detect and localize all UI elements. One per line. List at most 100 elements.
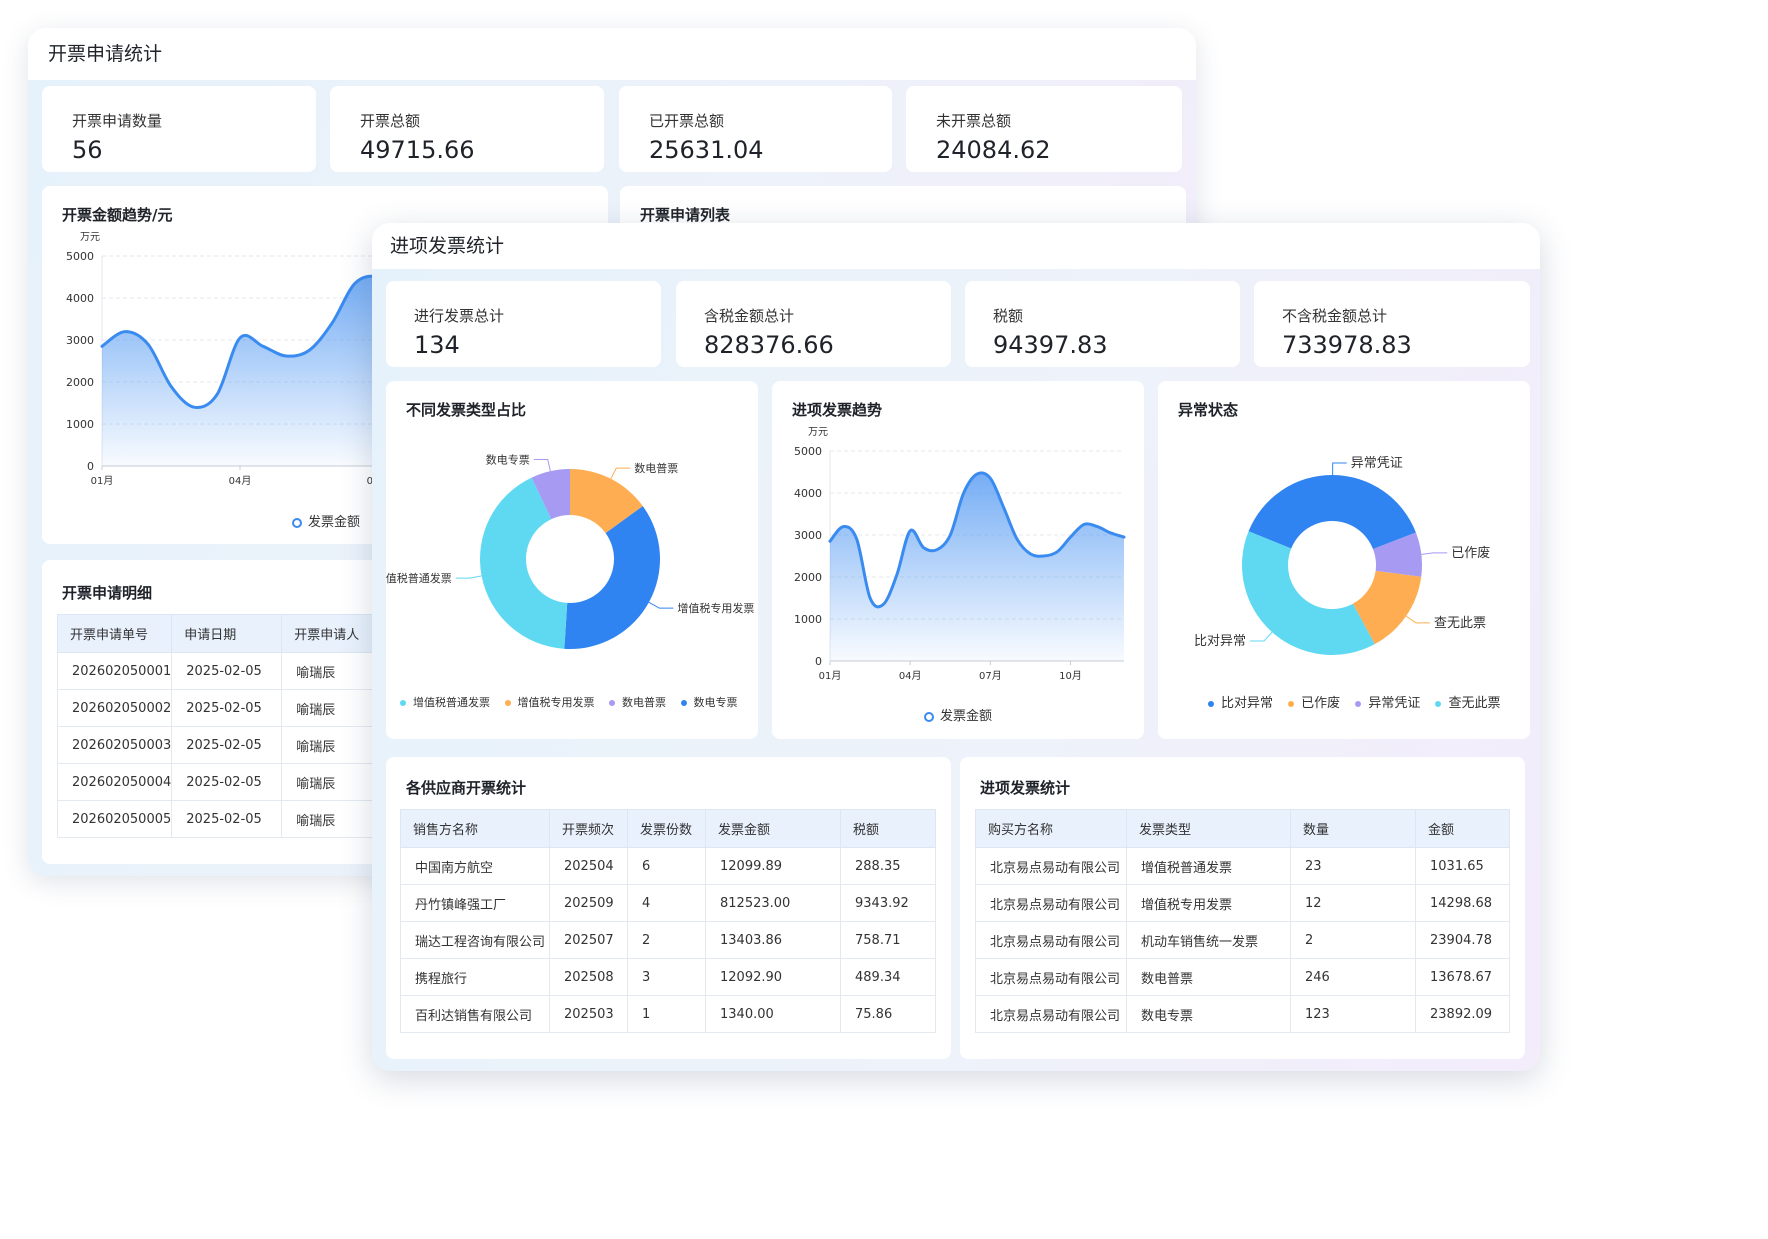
legend-item[interactable]: 数电普票 [609,696,666,709]
donut-slice[interactable] [1242,531,1375,655]
table-cell: 4 [627,884,706,922]
stat-value: 134 [414,331,460,359]
y-tick-label: 3000 [66,334,94,347]
y-tick-label: 5000 [794,445,822,458]
series-area [830,472,1124,661]
legend-item[interactable]: 增值税专用发票 [504,696,595,709]
table-cell: 75.86 [840,995,936,1033]
card-title: 开票申请列表 [640,206,731,224]
table-row[interactable]: 中国南方航空 202504 6 12099.89 288.35 [400,847,936,885]
chart-legend[interactable]: 发票金额 [292,511,360,530]
table-cell: 13403.86 [705,921,841,959]
table-cell: 13678.67 [1415,958,1510,996]
stat-label: 开票申请数量 [72,112,163,130]
chart-legend[interactable]: 发票金额 [924,705,992,724]
table-row[interactable]: 丹竹镇峰强工厂 202509 4 812523.00 9343.92 [400,884,936,922]
table-row[interactable]: 携程旅行 202508 3 12092.90 489.34 [400,958,936,996]
supplier-invoice-table: 销售方名称 开票频次 发票份数 发票金额 税额 中国南方航空 202504 6 120… [400,809,936,1033]
legend-dot-icon [1288,700,1295,707]
table-cell: 瑞达工程咨询有限公司 [400,921,550,959]
label-leader-line [648,601,674,609]
table-cell: 携程旅行 [400,958,550,996]
table-cell: 12092.90 [705,958,841,996]
stat-value: 733978.83 [1282,331,1412,359]
chart-legend[interactable]: 比对异常 已作废 异常凭证 查无此票 [1208,692,1511,711]
y-tick-label: 2000 [794,571,822,584]
stat-label: 不含税金额总计 [1282,307,1388,325]
incoming-invoice-stats-card: 进项发票统计 购买方名称 发票类型 数量 金额 北京易点易动有限公司 增值税普通发… [960,757,1525,1059]
table-row[interactable]: 百利达销售有限公司 202503 1 1340.00 75.86 [400,995,936,1033]
table-cell: 2025-02-05 [171,800,283,838]
x-tick-label: 04月 [229,475,252,487]
legend-item[interactable]: 比对异常 [1208,696,1273,711]
table-cell: 北京易点易动有限公司 [975,958,1127,996]
table-cell: 489.34 [840,958,936,996]
table-row[interactable]: 北京易点易动有限公司 机动车销售统一发票 2 23904.78 [975,921,1510,959]
table-cell: 9343.92 [840,884,936,922]
label-leader-line [1405,615,1430,624]
table-cell: 增值税普通发票 [1126,847,1291,885]
supplier-invoice-stats-card: 各供应商开票统计 销售方名称 开票频次 发票份数 发票金额 税额 中国南方航空 2… [386,757,951,1059]
table-cell: 202507 [549,921,628,959]
chart-legend[interactable]: 增值税普通发票 增值税专用发票 数电普票 数电专票 [400,694,749,710]
stat-card-tax-amount: 税额 94397.83 [965,281,1240,367]
slice-label: 异常凭证 [1351,456,1403,471]
legend-item[interactable]: 异常凭证 [1355,696,1420,711]
table-cell: 3 [627,958,706,996]
table-cell: 12 [1290,884,1416,922]
stat-card-invoiced-total: 已开票总额 25631.04 [619,86,892,172]
table-cell: 百利达销售有限公司 [400,995,550,1033]
column-header: 开票频次 [549,809,628,848]
legend-label: 查无此票 [1448,696,1501,711]
label-leader-line [610,467,631,480]
table-row[interactable]: 北京易点易动有限公司 数电专票 123 23892.09 [975,995,1510,1033]
table-row[interactable]: 北京易点易动有限公司 增值税普通发票 23 1031.65 [975,847,1510,885]
x-tick-label: 07月 [979,670,1002,682]
column-header: 税额 [840,809,936,848]
legend-item[interactable]: 增值税普通发票 [400,696,490,709]
x-tick-label: 04月 [899,670,922,682]
stat-label: 含税金额总计 [704,307,795,325]
table-cell: 2 [627,921,706,959]
table-cell: 2 [1290,921,1416,959]
legend-label: 发票金额 [308,515,361,530]
legend-item[interactable]: 已作废 [1288,696,1340,711]
legend-dot-icon [1208,700,1214,707]
table-cell: 北京易点易动有限公司 [975,884,1127,922]
y-tick-label: 0 [87,460,94,473]
y-axis-unit: 万元 [808,427,828,438]
table-row[interactable]: 北京易点易动有限公司 数电普票 246 13678.67 [975,958,1510,996]
table-cell: 2025-02-05 [171,689,283,727]
y-tick-label: 5000 [66,250,94,263]
legend-item[interactable]: 数电专票 [680,696,738,709]
table-cell: 246 [1290,958,1416,996]
table-row[interactable]: 北京易点易动有限公司 增值税专用发票 12 14298.68 [975,884,1510,922]
legend-label: 比对异常 [1221,696,1274,711]
legend-dot-icon [1435,700,1442,707]
stat-card-tax-exclusive-total: 不含税金额总计 733978.83 [1254,281,1530,367]
label-leader-line [533,458,551,472]
table-cell: 1340.00 [705,995,841,1033]
label-leader-line [455,575,482,579]
stat-value: 828376.66 [704,331,834,359]
legend-item[interactable]: 查无此票 [1435,696,1500,711]
stat-card-uninvoiced-total: 未开票总额 24084.62 [906,86,1182,172]
legend-label: 增值税普通发票 [413,696,490,709]
table-cell: 202508 [549,958,628,996]
table-cell: 北京易点易动有限公司 [975,847,1127,885]
table-cell: 北京易点易动有限公司 [975,921,1127,959]
table-cell: 12099.89 [705,847,841,885]
invoice-type-ratio-card: 不同发票类型占比 数电普票增值税专用发票增值税普通发票数电专票 增值税普通发票 … [386,381,758,739]
donut-slice[interactable] [1248,475,1416,550]
table-cell: 数电普票 [1126,958,1291,996]
table-header-row: 购买方名称 发票类型 数量 金额 [975,809,1510,848]
table-header-row: 销售方名称 开票频次 发票份数 发票金额 税额 [400,809,936,848]
y-tick-label: 1000 [794,613,822,626]
table-row[interactable]: 瑞达工程咨询有限公司 202507 2 13403.86 758.71 [400,921,936,959]
y-tick-label: 3000 [794,529,822,542]
legend-line-icon [924,711,934,722]
stat-value: 49715.66 [360,136,475,164]
column-header: 发票类型 [1126,809,1291,848]
slice-label: 已作废 [1451,545,1490,561]
legend-label: 数电专票 [693,696,738,709]
